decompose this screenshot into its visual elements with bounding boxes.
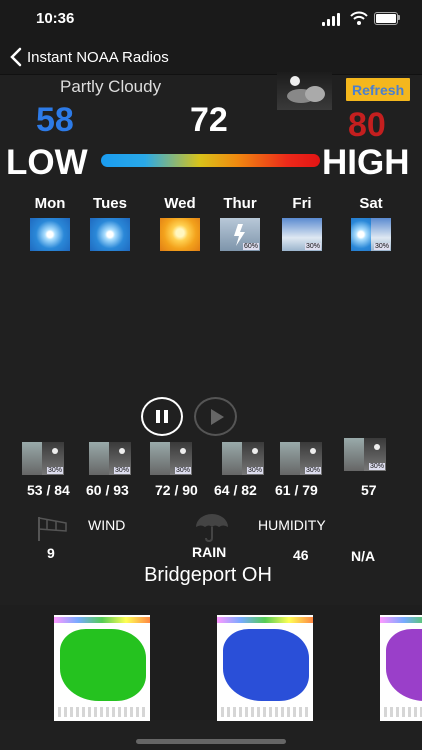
precip-percent: 30% <box>113 467 130 474</box>
wifi-icon <box>350 11 368 25</box>
day-forecast-fri[interactable]: Fri 30% <box>272 195 332 251</box>
low-high-range: 61 / 79 <box>275 482 318 498</box>
high-label: HIGH <box>322 143 410 182</box>
night-cloudy-icon: 30% <box>150 442 192 475</box>
precip-percent: 30% <box>304 243 321 250</box>
temperature-gradient-bar <box>101 154 320 167</box>
low-high-range: 64 / 82 <box>214 482 257 498</box>
day-name: Fri <box>292 195 312 212</box>
play-button[interactable] <box>194 397 237 436</box>
rain-label: RAIN <box>192 544 227 560</box>
day-forecast-wed[interactable]: Wed <box>150 195 210 251</box>
precip-percent: 30% <box>46 467 63 474</box>
status-time: 10:36 <box>36 10 75 27</box>
pause-button[interactable] <box>141 397 183 436</box>
refresh-button[interactable]: Refresh <box>346 78 410 101</box>
night-cloudy-icon: 30% <box>344 438 386 471</box>
cellular-signal-icon <box>322 12 342 26</box>
day-name: Sat <box>359 195 383 212</box>
battery-cap <box>398 15 400 20</box>
precip-percent: 30% <box>304 467 321 474</box>
precip-percent: 30% <box>368 463 385 470</box>
precip-percent: 30% <box>373 243 390 250</box>
low-high-range: 53 / 84 <box>27 482 70 498</box>
nav-bar: Instant NOAA Radios <box>0 40 422 75</box>
day-forecast-tues[interactable]: Tues <box>80 195 140 251</box>
sunny-icon <box>30 218 70 251</box>
low-high-range: 60 / 93 <box>86 482 129 498</box>
partly-cloudy-night-icon <box>277 72 332 110</box>
sunny-and-cloudy-icon: 30% <box>351 218 391 251</box>
wind-value: 9 <box>47 545 55 561</box>
precip-percent: 30% <box>174 467 191 474</box>
night-cloudy-icon: 30% <box>89 442 131 475</box>
low-label: LOW <box>6 143 88 182</box>
day-name: Thur <box>223 195 257 212</box>
cloudy-icon: 30% <box>282 218 322 251</box>
hot-sun-icon <box>160 218 200 251</box>
day-forecast-mon[interactable]: Mon <box>20 195 80 251</box>
radar-map-2[interactable] <box>217 615 313 721</box>
app-screen: 10:36 Instant NOAA Radios Partly Cloudy … <box>0 0 422 750</box>
day-forecast-thur[interactable]: Thur 60% <box>210 195 270 251</box>
na-value: N/A <box>351 548 376 564</box>
location-name: Bridgeport OH <box>144 564 272 586</box>
day-forecast-sat[interactable]: Sat 30% <box>341 195 401 251</box>
map-precip-area <box>223 629 309 701</box>
humidity-label: HUMIDITY <box>258 517 326 533</box>
radar-map-3[interactable] <box>380 615 422 721</box>
current-temperature: 72 <box>190 101 228 139</box>
night-cloudy-icon: 30% <box>222 442 264 475</box>
low-temperature: 58 <box>36 101 74 139</box>
high-temperature: 80 <box>348 106 386 144</box>
low-high-range: 72 / 90 <box>155 482 198 498</box>
back-button[interactable]: Instant NOAA Radios <box>10 46 169 68</box>
wind-label: WIND <box>88 517 126 533</box>
radar-map-1[interactable] <box>54 615 150 721</box>
day-name: Wed <box>164 195 196 212</box>
chevron-left-icon <box>10 47 22 67</box>
day-name: Mon <box>34 195 66 212</box>
thunderstorm-icon: 60% <box>220 218 260 251</box>
umbrella-icon <box>196 514 228 543</box>
night-cloudy-icon: 30% <box>280 442 322 475</box>
home-indicator[interactable] <box>136 739 286 744</box>
windsock-icon <box>38 517 67 541</box>
sunny-icon <box>90 218 130 251</box>
precip-percent: 60% <box>242 243 259 250</box>
map-precip-area <box>60 629 146 701</box>
night-cloudy-icon: 30% <box>22 442 64 475</box>
precip-percent: 30% <box>246 467 263 474</box>
battery-icon <box>374 12 398 25</box>
status-bar: 10:36 <box>0 0 422 40</box>
current-condition: Partly Cloudy <box>60 77 162 96</box>
back-button-label: Instant NOAA Radios <box>27 48 169 66</box>
map-precip-area <box>386 629 422 701</box>
day-name: Tues <box>93 195 127 212</box>
humidity-value: 46 <box>293 547 309 563</box>
low-high-range: 57 <box>361 482 377 498</box>
